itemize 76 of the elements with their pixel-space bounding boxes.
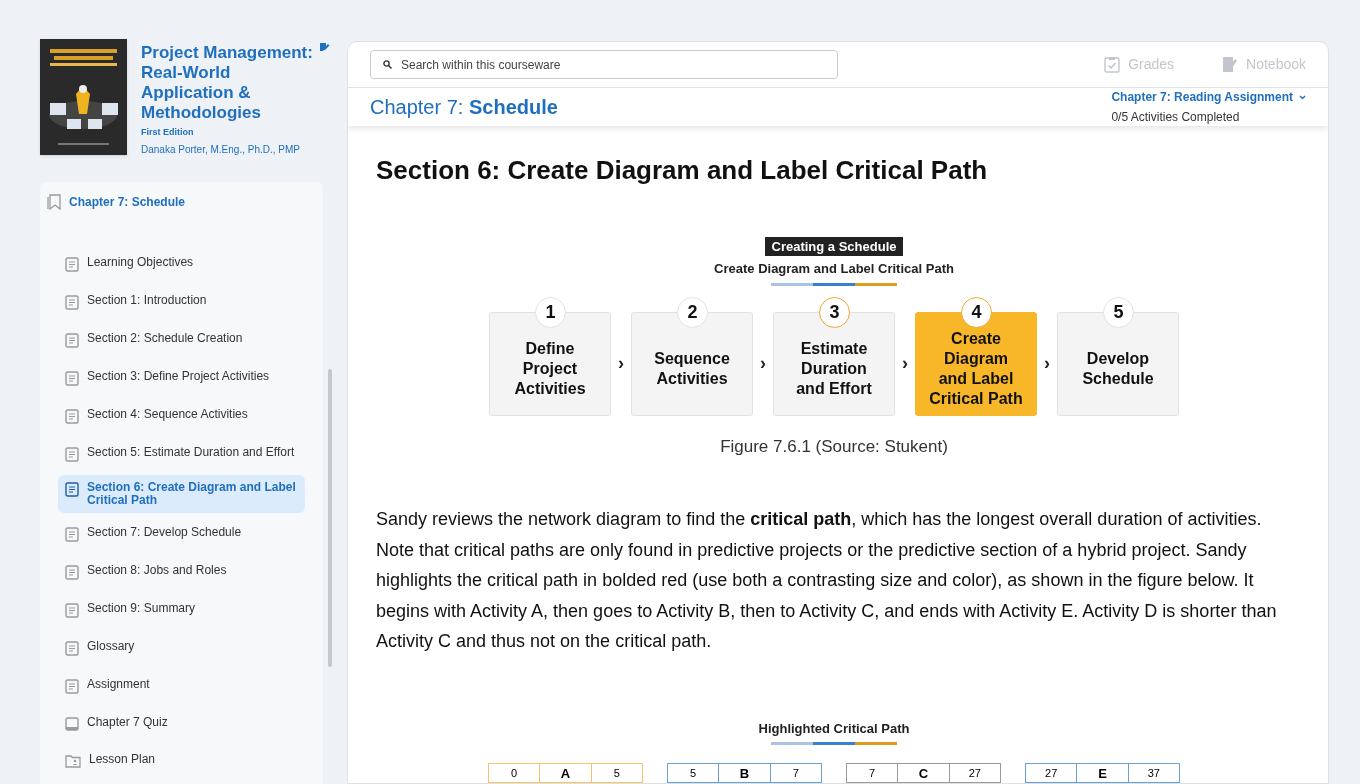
- document-icon: [65, 371, 79, 386]
- document-icon: [65, 333, 79, 348]
- document-icon: [65, 565, 79, 580]
- activities-completed-text: 0/5 Activities Completed: [1111, 109, 1240, 126]
- node-start: 0: [489, 764, 541, 782]
- section-heading: Section 6: Create Diagram and Label Critical Path: [376, 154, 989, 187]
- sidebar-item[interactable]: Chapter 7 Quiz: [58, 707, 305, 740]
- book-edition: First Edition: [141, 126, 195, 139]
- book-author: Danaka Porter, M.Eng., Ph.D., PMP: [141, 142, 301, 157]
- figure-subtitle: Create Diagram and Label Critical Path: [714, 260, 954, 278]
- sidebar-item[interactable]: Section 7: Develop Schedule: [58, 517, 305, 551]
- sidebar-item[interactable]: Learning Objectives: [58, 247, 305, 281]
- step-number: 5: [1103, 296, 1134, 328]
- node-start: 5: [668, 764, 720, 782]
- step-label: Estimate Duration and Effort: [796, 338, 872, 399]
- node-name: A: [540, 764, 592, 782]
- node-start: 27: [1026, 764, 1078, 782]
- step-label: Develop Schedule: [1082, 348, 1154, 389]
- folder-icon: [65, 754, 81, 768]
- step-label: Define Project Activities: [514, 338, 586, 399]
- scrollbar-thumb[interactable]: [328, 369, 332, 667]
- sidebar-item[interactable]: Section 5: Estimate Duration and Effort: [58, 437, 305, 471]
- chevron-separator: ›: [617, 352, 625, 375]
- search-icon: [383, 60, 392, 69]
- figure-title: Highlighted Critical Path: [758, 719, 910, 738]
- bookmark-icon: [47, 194, 61, 210]
- node-start: 7: [847, 764, 899, 782]
- tray-icon: [65, 717, 79, 731]
- node-finish: 7: [791, 766, 800, 781]
- node-finish: 5: [612, 766, 621, 781]
- step-number: 1: [535, 296, 566, 328]
- sidebar-item[interactable]: Section 6: Create Diagram and Label Critical Path: [58, 475, 305, 513]
- figure-badge: Creating a Schedule: [764, 237, 904, 256]
- sidebar-item[interactable]: Section 3: Define Project Activities: [58, 361, 305, 395]
- document-icon: [65, 257, 79, 272]
- node-name: C: [898, 764, 950, 782]
- chevron-separator: ›: [1043, 352, 1051, 375]
- search-input[interactable]: Search within this courseware: [401, 55, 825, 74]
- sidebar-item[interactable]: Section 8: Jobs and Roles: [58, 555, 305, 589]
- body-paragraph: Sandy reviews the network diagram to find the critical path, which has the longest overall duration of activities. Note that critical paths are only found in predictive projects or the predictive section of a hybrid project. Sandy highlights the critical path in bolded red (use both a contrasting size and color), as shown in the figure below. It begins with Activity A, then goes to Activity B, then to Activity C, and ends with Activity E. Activity D is shorter than Activity C and thus not on the critical path.: [376, 508, 1278, 653]
- sidebar-item[interactable]: Section 9: Summary: [58, 593, 305, 627]
- document-icon: [65, 409, 79, 424]
- figure-caption: Figure 7.6.1 (Source: Stukent): [720, 435, 948, 458]
- notebook-icon: [1222, 56, 1239, 73]
- step-number: 4: [961, 296, 992, 328]
- node-finish: 27: [967, 766, 982, 781]
- step-number: 3: [819, 296, 850, 328]
- edit-icon[interactable]: [319, 42, 330, 53]
- sidebar-item[interactable]: Section 4: Sequence Activities: [58, 399, 305, 433]
- sidebar-item[interactable]: Lesson Plan: [58, 744, 305, 777]
- node-finish: 37: [1146, 766, 1161, 781]
- document-icon: [65, 603, 79, 618]
- book-title[interactable]: Project Management: Real-World Application & Methodologies: [141, 39, 317, 123]
- search-field[interactable]: Search within this courseware: [370, 50, 838, 79]
- clipboard-check-icon: [1104, 56, 1121, 73]
- chevron-down-icon: [1299, 94, 1306, 100]
- document-icon: [65, 641, 79, 656]
- document-icon: [65, 295, 79, 310]
- node-name: B: [719, 764, 771, 782]
- document-icon: [65, 679, 79, 694]
- sidebar-item[interactable]: Section 1: Introduction: [58, 285, 305, 319]
- document-icon: [65, 447, 79, 462]
- step-label: Sequence Activities: [654, 348, 730, 389]
- step-label: Create Diagram and Label Critical Path: [928, 328, 1024, 409]
- sidebar-item[interactable]: Glossary: [58, 631, 305, 665]
- chapter-title: Chapter 7: Schedule: [370, 95, 558, 120]
- chevron-separator: ›: [759, 352, 767, 375]
- node-name: E: [1077, 764, 1129, 782]
- assignment-dropdown[interactable]: Chapter 7: Reading Assignment: [1111, 88, 1306, 106]
- document-icon: [65, 527, 79, 542]
- chapter-heading[interactable]: Chapter 7: Schedule: [69, 193, 186, 211]
- sidebar-item[interactable]: Assignment: [58, 669, 305, 703]
- document-icon: [65, 482, 79, 497]
- sidebar-item[interactable]: Section 2: Schedule Creation: [58, 323, 305, 357]
- chevron-separator: ›: [901, 352, 909, 375]
- step-number: 2: [677, 296, 708, 328]
